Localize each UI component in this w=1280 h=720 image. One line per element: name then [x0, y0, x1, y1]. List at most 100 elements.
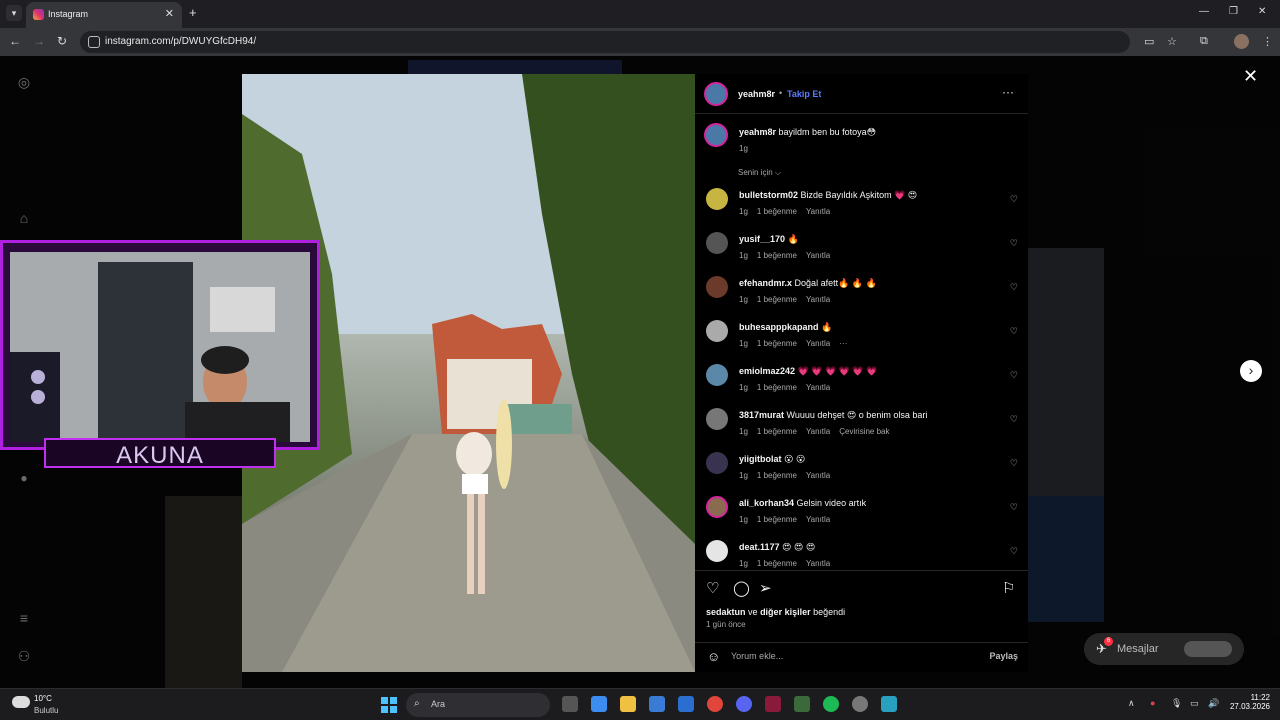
window-close-icon[interactable]: ✕ [1258, 6, 1266, 17]
reply-link[interactable]: Yanıtla [806, 559, 830, 568]
comment-text: bulletstorm02 Bizde Bayıldık Aşkitom 💗 😍 [739, 190, 918, 200]
microphone-icon[interactable]: 🎙 [1171, 698, 1182, 709]
volume-icon[interactable]: 🔊 [1208, 698, 1219, 709]
comment-text: ali_korhan34 Gelsin video artık [739, 498, 867, 508]
reply-link[interactable]: Yanıtla [806, 207, 830, 216]
forward-icon[interactable]: → [33, 34, 45, 48]
comment-like-icon[interactable]: ♡ [1010, 502, 1018, 513]
comment-like-icon[interactable]: ♡ [1010, 194, 1018, 205]
tray-overflow-icon[interactable]: ∧ [1128, 698, 1135, 709]
notepad-icon[interactable] [881, 696, 897, 712]
tab-search-dropdown-icon[interactable]: ▾ [6, 5, 22, 21]
commenter-avatar[interactable] [706, 188, 728, 210]
messages-button[interactable]: ✈ 6 Mesajlar [1084, 633, 1244, 665]
reply-link[interactable]: Yanıtla [806, 471, 830, 480]
tray-app-icon[interactable]: ● [1150, 698, 1155, 708]
commenter-avatar[interactable] [706, 276, 728, 298]
profile-avatar[interactable] [1234, 34, 1249, 49]
spotify-icon[interactable] [823, 696, 839, 712]
commenter-avatar[interactable] [706, 364, 728, 386]
weather-cloud-icon[interactable] [12, 696, 30, 708]
extensions-icon[interactable]: ⧉ [1200, 35, 1208, 48]
follow-button[interactable]: Takip Et [787, 89, 821, 99]
like-icon[interactable]: ♡ [706, 579, 719, 597]
address-bar[interactable]: instagram.com/p/DWUYGfcDH94/ [80, 31, 1130, 53]
file-explorer-icon[interactable] [620, 696, 636, 712]
comment-like-icon[interactable]: ♡ [1010, 546, 1018, 557]
discord-icon[interactable] [736, 696, 752, 712]
commenter-avatar[interactable] [706, 320, 728, 342]
reply-link[interactable]: Yanıtla [806, 383, 830, 392]
comment-input[interactable] [731, 651, 971, 661]
start-windows-icon[interactable] [381, 697, 397, 713]
comment-likes[interactable]: 1 beğenme [757, 427, 797, 436]
comment-icon[interactable]: ◯ [733, 579, 750, 597]
browser-tab[interactable]: Instagram ✕ [26, 2, 182, 28]
reply-link[interactable]: Yanıtla [806, 339, 830, 348]
tab-close-icon[interactable]: ✕ [165, 7, 174, 20]
new-tab-icon[interactable]: + [189, 5, 197, 20]
site-info-icon[interactable] [88, 36, 100, 48]
add-comment-bar: ☺ Paylaş [695, 642, 1028, 672]
comment-like-icon[interactable]: ♡ [1010, 326, 1018, 337]
back-icon[interactable]: ← [9, 34, 21, 48]
network-icon[interactable]: ▭ [1190, 698, 1199, 709]
comment-meta: 1g 1 beğenme Yanıtla [739, 207, 831, 216]
copilot-icon[interactable] [591, 696, 607, 712]
reply-link[interactable]: Yanıtla [806, 427, 830, 436]
post-comment-button[interactable]: Paylaş [989, 651, 1018, 661]
comment-likes[interactable]: 1 beğenme [757, 251, 797, 260]
comment-likes[interactable]: 1 beğenme [757, 383, 797, 392]
comment-like-icon[interactable]: ♡ [1010, 458, 1018, 469]
comment-like-icon[interactable]: ♡ [1010, 414, 1018, 425]
comment-options-icon[interactable]: ··· [839, 339, 847, 348]
app-icon[interactable] [765, 696, 781, 712]
more-options-icon[interactable]: ··· [1002, 85, 1014, 99]
sort-dropdown[interactable]: Senin için ⌵ [738, 168, 781, 178]
reply-link[interactable]: Yanıtla [806, 515, 830, 524]
close-modal-icon[interactable]: ✕ [1243, 66, 1258, 87]
comment-likes[interactable]: 1 beğenme [757, 339, 797, 348]
author-username[interactable]: yeahm8r [738, 89, 775, 99]
obs-icon[interactable] [852, 696, 868, 712]
comment-like-icon[interactable]: ♡ [1010, 238, 1018, 249]
bookmark-star-icon[interactable]: ☆ [1167, 35, 1177, 48]
app-icon[interactable] [794, 696, 810, 712]
commenter-avatar[interactable] [706, 232, 728, 254]
chrome-icon[interactable] [707, 696, 723, 712]
comment-likes[interactable]: 1 beğenme [757, 559, 797, 568]
translate-link[interactable]: Çevirisine bak [839, 427, 889, 436]
task-view-icon[interactable] [562, 696, 578, 712]
comment-likes[interactable]: 1 beğenme [757, 295, 797, 304]
comment-like-icon[interactable]: ♡ [1010, 282, 1018, 293]
taskbar-clock[interactable]: 11:22 27.03.2026 [1228, 693, 1270, 711]
browser-menu-icon[interactable]: ⋮ [1262, 35, 1273, 48]
reload-icon[interactable]: ↻ [57, 34, 67, 48]
next-post-button[interactable]: › [1240, 360, 1262, 382]
save-bookmark-icon[interactable]: ⚐ [1002, 579, 1015, 597]
share-icon[interactable]: ➢ [759, 579, 772, 597]
reply-link[interactable]: Yanıtla [806, 251, 830, 260]
caption-avatar[interactable] [704, 123, 728, 147]
restore-icon[interactable]: ❐ [1229, 6, 1238, 17]
emoji-icon[interactable]: ☺ [707, 649, 720, 664]
post-actions: ♡ ◯ ➢ ⚐ sedaktun ve diğer kişiler beğend… [695, 570, 1028, 644]
taskbar-search[interactable]: ⌕ Ara [406, 693, 550, 717]
commenter-avatar[interactable] [706, 452, 728, 474]
comment-likes[interactable]: 1 beğenme [757, 515, 797, 524]
cast-icon[interactable]: ▭ [1144, 35, 1154, 48]
comments-list[interactable]: yeahm8r bayildm ben bu fotoya😳 1g Senin … [695, 115, 1028, 570]
mail-icon[interactable] [678, 696, 694, 712]
commenter-avatar[interactable] [706, 540, 728, 562]
comment-likes[interactable]: 1 beğenme [757, 207, 797, 216]
minimize-icon[interactable]: — [1199, 6, 1209, 17]
commenter-avatar[interactable] [706, 408, 728, 430]
comment-likes[interactable]: 1 beğenme [757, 471, 797, 480]
author-avatar[interactable] [704, 82, 728, 106]
likes-summary[interactable]: sedaktun ve diğer kişiler beğendi [706, 607, 845, 617]
comment-like-icon[interactable]: ♡ [1010, 370, 1018, 381]
store-icon[interactable] [649, 696, 665, 712]
commenter-avatar[interactable] [706, 496, 728, 518]
reply-link[interactable]: Yanıtla [806, 295, 830, 304]
comment-meta: 1g 1 beğenme Yanıtla [739, 559, 831, 568]
